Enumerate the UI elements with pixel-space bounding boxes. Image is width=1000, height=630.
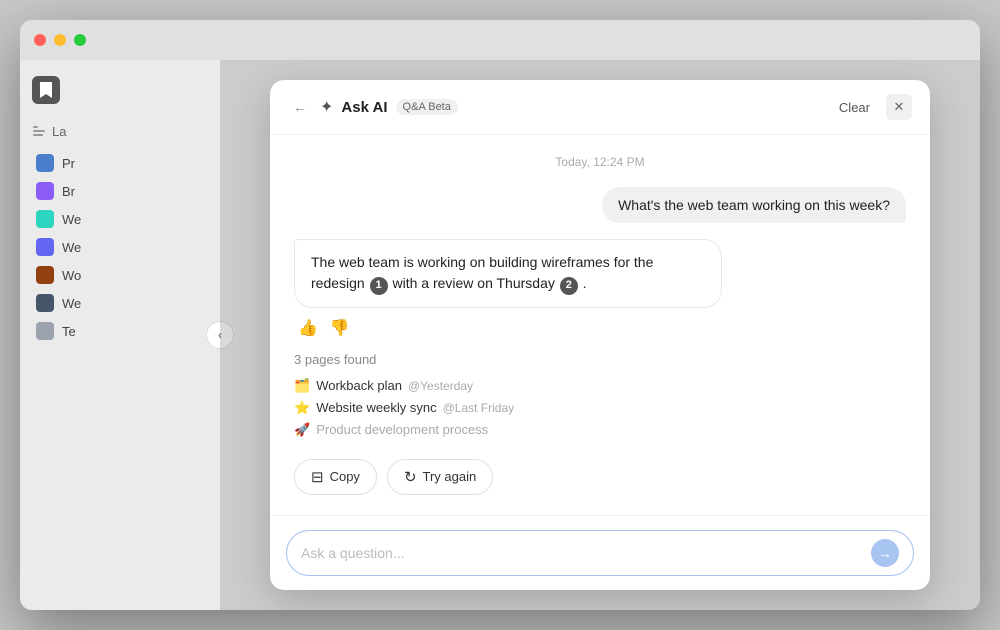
ai-response-num2: 2 [560, 277, 578, 295]
sidebar: La Pr Br We We Wo [20, 60, 220, 610]
sidebar-logo [32, 76, 60, 104]
sidebar-item-1[interactable]: Pr [32, 149, 208, 177]
input-wrapper: → [286, 530, 914, 576]
page-1-title: Workback plan [316, 378, 402, 393]
modal-title: Ask AI [341, 99, 387, 116]
copy-icon: ⊟ [311, 468, 324, 486]
page-3-emoji: 🚀 [294, 422, 310, 438]
ask-question-input[interactable] [301, 545, 871, 561]
ai-response-end: . [583, 275, 587, 291]
modal-header: ← ✦ Ask AI Q&A Beta Clear ✕ [270, 80, 930, 135]
page-link-1[interactable]: 🗂️ Workback plan @Yesterday [294, 375, 906, 397]
sidebar-item-7-icon [36, 322, 54, 340]
modal-overlay: ← ✦ Ask AI Q&A Beta Clear ✕ [220, 60, 980, 610]
message-timestamp: Today, 12:24 PM [294, 155, 906, 169]
sidebar-item-6[interactable]: We [32, 289, 208, 317]
page-link-3[interactable]: 🚀 Product development process [294, 419, 906, 441]
ai-message-bubble: The web team is working on building wire… [294, 239, 722, 307]
page-2-title: Website weekly sync [316, 400, 436, 415]
app-window: La Pr Br We We Wo [20, 20, 980, 610]
close-icon: ✕ [894, 99, 905, 115]
ask-ai-modal: ← ✦ Ask AI Q&A Beta Clear ✕ [270, 80, 930, 589]
titlebar [20, 20, 980, 60]
modal-close-button[interactable]: ✕ [886, 94, 912, 120]
user-message-bubble: What's the web team working on this week… [602, 187, 906, 223]
clear-button[interactable]: Clear [831, 96, 878, 119]
maximize-traffic-light[interactable] [74, 34, 86, 46]
page-1-emoji: 🗂️ [294, 378, 310, 394]
ai-response-num1: 1 [370, 277, 388, 295]
sidebar-item-4-icon [36, 238, 54, 256]
pages-found-section: 3 pages found 🗂️ Workback plan @Yesterda… [294, 352, 906, 441]
modal-body: Today, 12:24 PM What's the web team work… [270, 135, 930, 514]
pages-found-label: 3 pages found [294, 352, 906, 367]
send-icon: → [878, 545, 892, 561]
ai-response-part2: with a review on Thursday [392, 275, 554, 291]
refresh-icon: ↻ [404, 468, 417, 486]
action-buttons: ⊟ Copy ↻ Try again [294, 459, 906, 495]
thumbs-up-button[interactable]: 👍 [296, 316, 320, 340]
send-button[interactable]: → [871, 539, 899, 567]
ai-message: The web team is working on building wire… [294, 239, 906, 339]
sidebar-item-2-icon [36, 182, 54, 200]
main-area: ‹ ← ✦ Ask AI Q&A Beta Clear [220, 60, 980, 610]
copy-button[interactable]: ⊟ Copy [294, 459, 377, 495]
close-traffic-light[interactable] [34, 34, 46, 46]
sidebar-item-7[interactable]: Te [32, 317, 208, 345]
sidebar-item-5[interactable]: Wo [32, 261, 208, 289]
sidebar-item-1-icon [36, 154, 54, 172]
sidebar-item-2[interactable]: Br [32, 177, 208, 205]
ask-ai-icon: ✦ [320, 97, 333, 117]
minimize-traffic-light[interactable] [54, 34, 66, 46]
page-1-meta: @Yesterday [408, 379, 473, 393]
modal-footer: → [270, 515, 930, 590]
app-content: La Pr Br We We Wo [20, 60, 980, 610]
sidebar-item-4[interactable]: We [32, 233, 208, 261]
page-2-meta: @Last Friday [443, 401, 515, 415]
user-message: What's the web team working on this week… [294, 187, 906, 223]
sidebar-section-label: La [32, 124, 208, 139]
page-2-emoji: ⭐ [294, 400, 310, 416]
feedback-buttons: 👍 👎 [294, 316, 906, 340]
page-3-title: Product development process [316, 422, 488, 437]
modal-back-button[interactable]: ← [288, 95, 312, 119]
sidebar-item-3-icon [36, 210, 54, 228]
page-link-2[interactable]: ⭐ Website weekly sync @Last Friday [294, 397, 906, 419]
modal-badge: Q&A Beta [396, 99, 458, 115]
sidebar-item-3[interactable]: We [32, 205, 208, 233]
sidebar-item-5-icon [36, 266, 54, 284]
thumbs-down-button[interactable]: 👎 [328, 316, 352, 340]
sidebar-item-6-icon [36, 294, 54, 312]
try-again-button[interactable]: ↻ Try again [387, 459, 493, 495]
